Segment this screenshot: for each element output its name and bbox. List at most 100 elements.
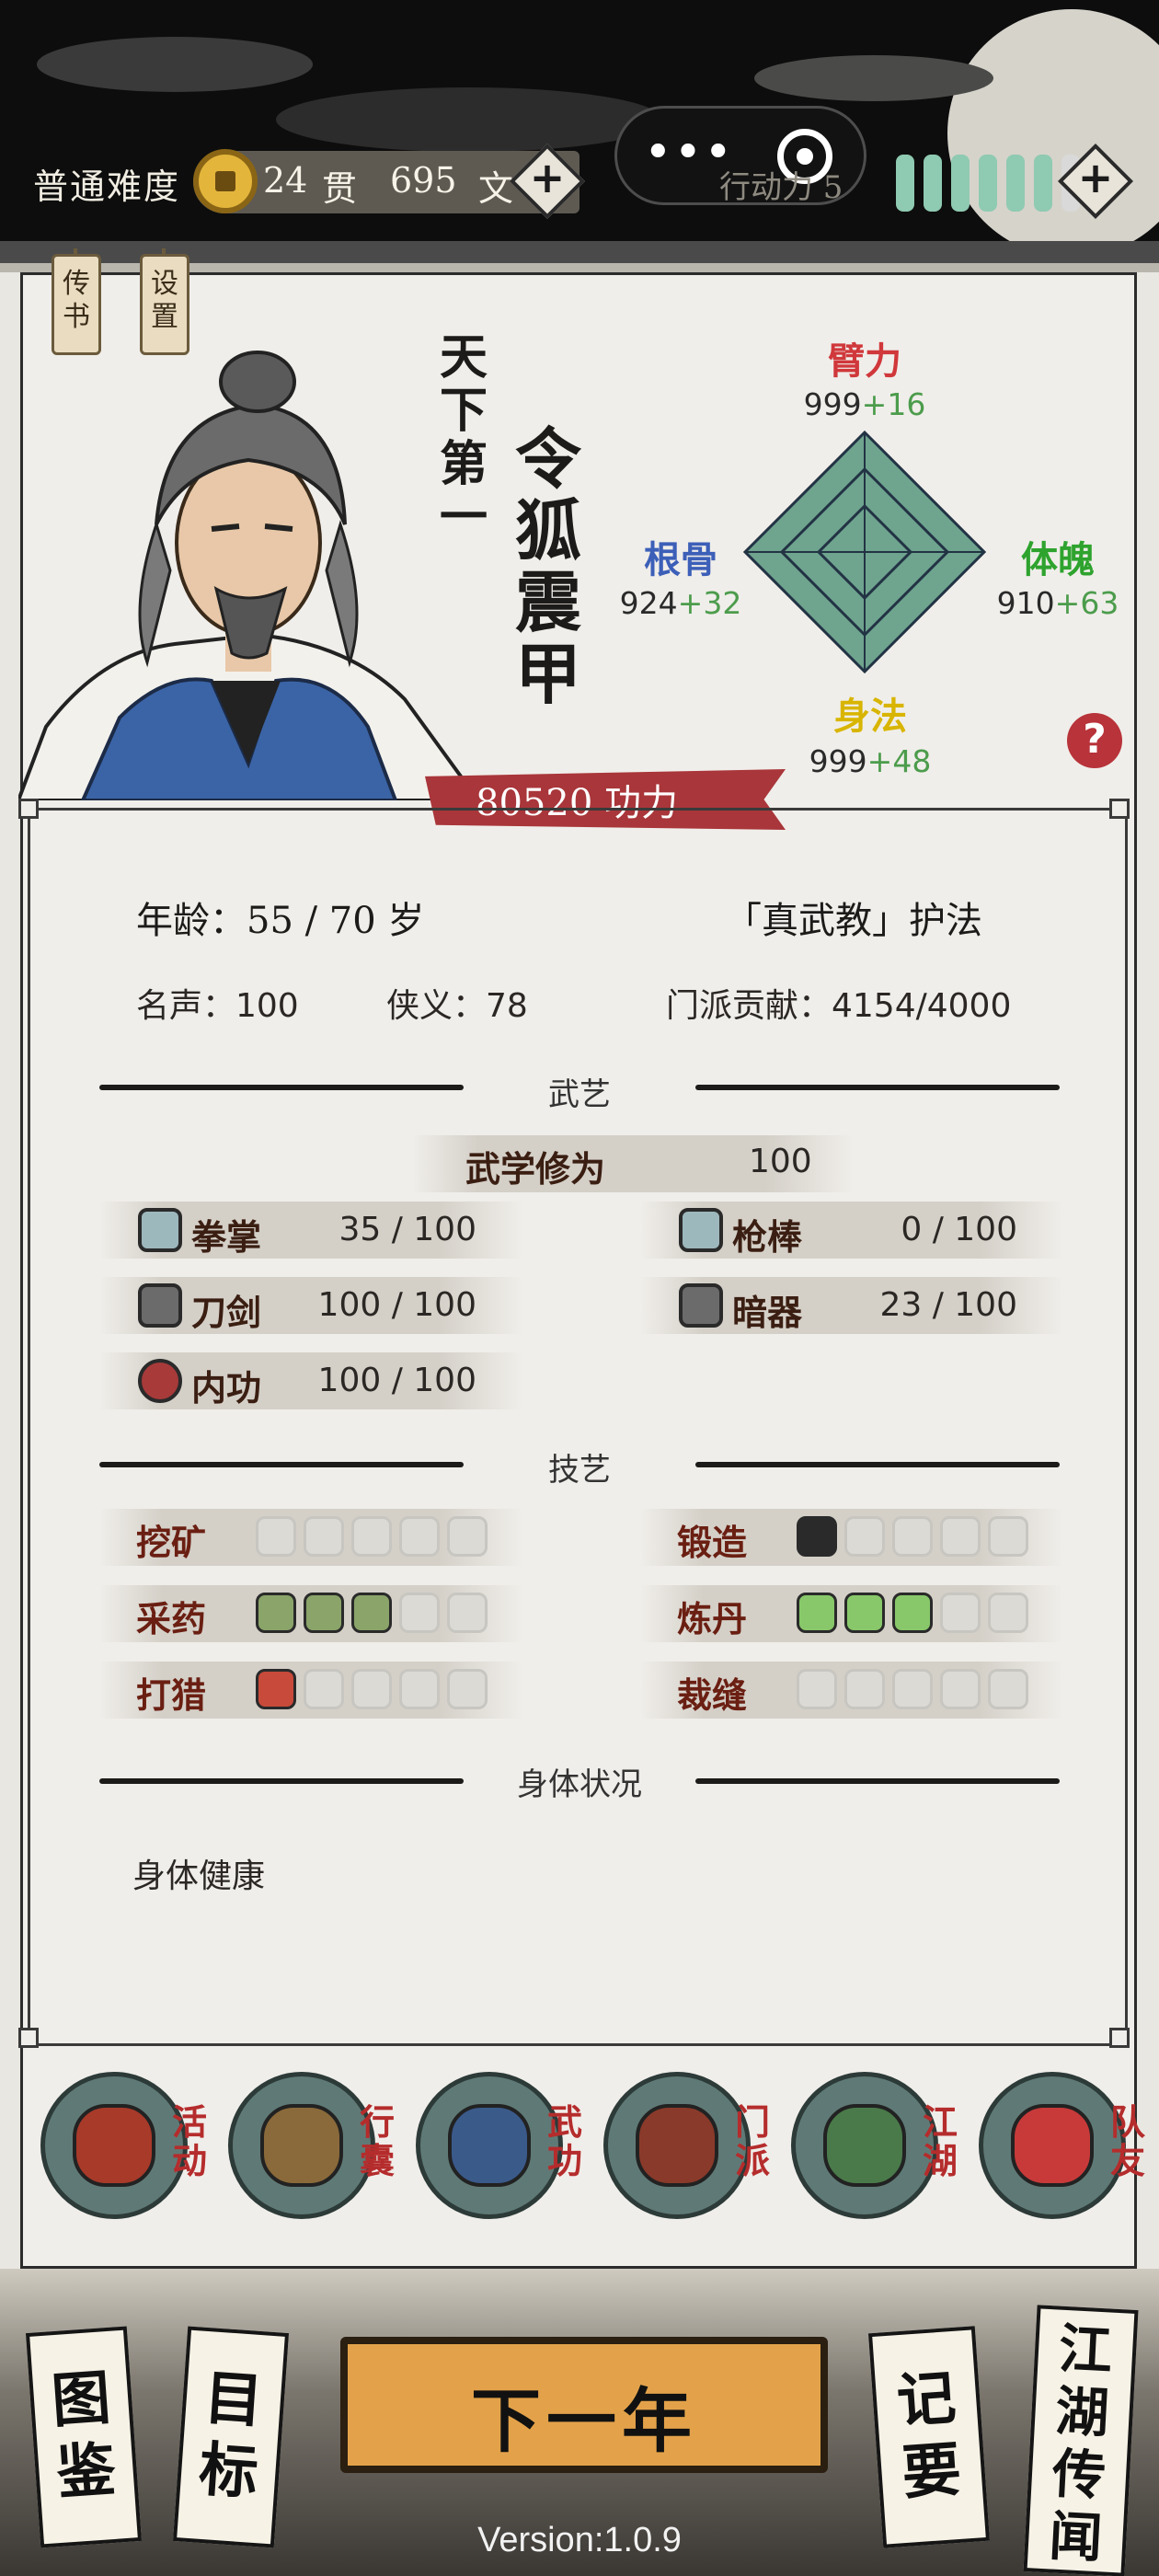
herb-icon [399, 1593, 440, 1633]
menu-label: 武 功 [546, 2101, 582, 2181]
add-energy-button[interactable]: + [1057, 143, 1134, 220]
energy-segment [896, 155, 914, 212]
goals-label: 目 标 [196, 2363, 266, 2509]
skill-value: 0 / 100 [901, 1211, 1017, 1248]
atlas-button[interactable]: 图 鉴 [25, 2326, 143, 2548]
age-label: 年龄：55 / 70 岁 [136, 900, 425, 942]
money-wen-unit: 文 [478, 168, 514, 209]
agility-stat-name: 身法 [833, 695, 907, 738]
chivalry-label: 侠义：78 [386, 987, 528, 1025]
skill-name: 刀剑 [191, 1292, 262, 1333]
bowl-icon [988, 1593, 1028, 1633]
moon-decoration [947, 9, 1159, 248]
skill-value: 23 / 100 [879, 1286, 1017, 1324]
craft-name: 打猎 [136, 1674, 207, 1716]
add-money-button[interactable]: + [509, 143, 586, 220]
scroll-icon [448, 2104, 531, 2187]
martial-section-title: 武艺 [548, 1076, 611, 1113]
bow-icon [304, 1669, 344, 1709]
physique-stat-value: 910+63 [996, 585, 1119, 621]
anvil-icon [892, 1516, 933, 1557]
atlas-label: 图 鉴 [49, 2363, 119, 2509]
craft-name: 裁缝 [677, 1674, 748, 1716]
energy-segment [1034, 155, 1052, 212]
skill-name: 枪棒 [732, 1216, 803, 1258]
next-year-label: 下一年 [471, 2380, 697, 2462]
settings-tag-label: 设 置 [151, 268, 178, 333]
menu-button-4[interactable] [791, 2072, 938, 2219]
version-label: Version:1.0.9 [477, 2521, 682, 2559]
needle-icon [988, 1669, 1028, 1709]
money-wen-value: 695 [390, 160, 457, 201]
bow-icon [256, 1669, 296, 1709]
energy-segment [924, 155, 942, 212]
anvil-icon [797, 1516, 837, 1557]
menu-button-5[interactable] [979, 2072, 1126, 2219]
dart-icon [679, 1283, 723, 1328]
temple-icon [636, 2104, 718, 2187]
pickaxe-icon [399, 1516, 440, 1557]
gourd-icon [73, 2104, 155, 2187]
fame-label: 名声：100 [136, 987, 299, 1025]
bag-icon [260, 2104, 343, 2187]
needle-icon [797, 1669, 837, 1709]
menu-button-2[interactable] [416, 2072, 563, 2219]
menu-button-3[interactable] [603, 2072, 751, 2219]
strength-stat-value: 999+16 [803, 386, 926, 422]
mountain-icon [823, 2104, 906, 2187]
difficulty-label: 普通难度 [33, 167, 181, 207]
bow-icon [447, 1669, 488, 1709]
bowl-icon [940, 1593, 981, 1633]
bowl-icon [844, 1593, 885, 1633]
action-points-label: 行动力 5 [719, 169, 843, 206]
menu-label: 活 动 [171, 2101, 207, 2181]
anvil-icon [844, 1516, 885, 1557]
needle-icon [844, 1669, 885, 1709]
craft-name: 挖矿 [136, 1522, 207, 1563]
character-name: 令狐震甲 [514, 420, 581, 713]
menu-label: 行 囊 [359, 2101, 395, 2181]
health-status: 身体健康 [132, 1857, 266, 1895]
rumors-label: 江 湖 传 闻 [1047, 2317, 1114, 2570]
notes-button[interactable]: 记 要 [867, 2326, 991, 2548]
rumors-button[interactable]: 江 湖 传 闻 [1023, 2305, 1139, 2576]
skill-name: 内功 [191, 1367, 262, 1409]
character-portrait [18, 351, 481, 800]
menu-button-1[interactable] [228, 2072, 375, 2219]
bowl-icon [892, 1593, 933, 1633]
health-section-title: 身体状况 [517, 1766, 642, 1803]
mail-tag-label: 传 书 [63, 268, 90, 333]
pickaxe-icon [447, 1516, 488, 1557]
menu-button-0[interactable] [40, 2072, 188, 2219]
herb-icon [351, 1593, 392, 1633]
craft-name: 炼丹 [677, 1598, 748, 1639]
goals-button[interactable]: 目 标 [172, 2326, 290, 2548]
energy-segment [979, 155, 997, 212]
needle-icon [940, 1669, 981, 1709]
menu-label: 门 派 [734, 2101, 770, 2181]
flag-icon [1011, 2104, 1094, 2187]
constitution-stat-name: 根骨 [644, 538, 717, 581]
plus-icon: + [529, 153, 566, 202]
divider [99, 1462, 464, 1467]
craft-name: 锻造 [677, 1522, 748, 1563]
sword-icon [138, 1283, 182, 1328]
plus-icon: + [1077, 153, 1114, 202]
divider [99, 1085, 464, 1090]
help-button[interactable]: ? [1067, 713, 1122, 768]
divider [695, 1778, 1060, 1784]
energy-segment [1006, 155, 1025, 212]
herb-icon [447, 1593, 488, 1633]
bow-icon [399, 1669, 440, 1709]
anvil-icon [988, 1516, 1028, 1557]
spear-icon [679, 1208, 723, 1252]
divider [695, 1085, 1060, 1090]
divider [695, 1462, 1060, 1467]
constitution-stat-value: 924+32 [619, 585, 742, 621]
herb-icon [304, 1593, 344, 1633]
sect-contribution-label: 门派贡献：4154/4000 [666, 987, 1012, 1025]
skill-value: 100 / 100 [317, 1286, 476, 1324]
coin-icon [193, 149, 258, 213]
skill-name: 拳掌 [191, 1216, 262, 1258]
pickaxe-icon [304, 1516, 344, 1557]
